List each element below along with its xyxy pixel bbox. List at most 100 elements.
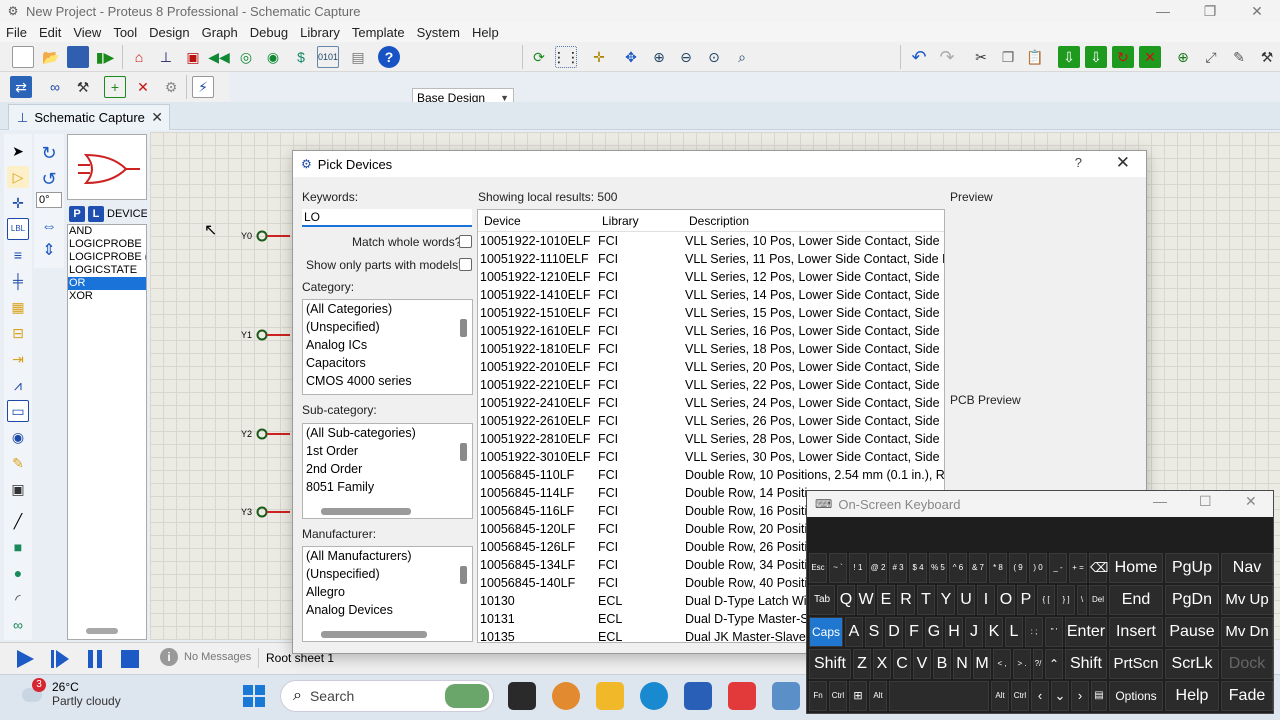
terminal-pin-y2[interactable] — [256, 428, 291, 440]
key-8[interactable]: * 8 — [989, 553, 1007, 583]
design-explorer-icon[interactable]: ◉ — [262, 46, 284, 68]
key-pgup[interactable]: PgUp — [1165, 553, 1219, 583]
terminal-pin-y3[interactable] — [256, 506, 291, 518]
selection-mode-icon[interactable]: ➤ — [7, 140, 29, 162]
list-item[interactable]: Analog ICs — [303, 336, 472, 354]
path-tool-icon[interactable]: ∞ — [7, 614, 29, 636]
key-h[interactable]: H — [945, 617, 963, 647]
key-ctrl-right[interactable]: Ctrl — [1011, 681, 1029, 711]
junction-dot-icon[interactable]: ✛ — [7, 192, 29, 214]
table-row[interactable]: 10051922-2410ELF FCI VLL Series, 24 Pos, L… — [478, 395, 944, 413]
property-tool-icon[interactable]: ✎ — [1228, 46, 1250, 68]
key-period[interactable]: > . — [1013, 649, 1031, 679]
box-tool-icon[interactable]: ■ — [7, 536, 29, 558]
schematic-icon[interactable]: ⊥ — [155, 46, 177, 68]
key-equals[interactable]: + = — [1069, 553, 1087, 583]
table-row[interactable]: 10051922-1110ELF FCI VLL Series, 11 Pos, L… — [478, 251, 944, 269]
show-only-models-checkbox[interactable] — [459, 258, 472, 271]
key-minus[interactable]: _ - — [1049, 553, 1067, 583]
copilot-icon[interactable] — [552, 682, 580, 710]
key-nav[interactable]: Nav — [1221, 553, 1273, 583]
cut-icon[interactable]: ✂ — [970, 46, 992, 68]
key-w[interactable]: W — [857, 585, 875, 615]
dialog-help-button[interactable]: ? — [1075, 155, 1082, 170]
pcb-icon[interactable]: ▣ — [182, 46, 204, 68]
mirror-horizontal-icon[interactable]: ⇔ — [38, 216, 60, 238]
delete-device-icon[interactable]: ✕ — [132, 76, 154, 98]
tape-recorder-icon[interactable]: ▭ — [7, 400, 29, 422]
key-9[interactable]: ( 9 — [1009, 553, 1027, 583]
key-f[interactable]: F — [905, 617, 923, 647]
table-row[interactable]: 10051922-1010ELF FCI VLL Series, 10 Pos, L… — [478, 233, 944, 251]
key-backtick[interactable]: ~ ` — [829, 553, 847, 583]
table-row[interactable]: 10051922-1410ELF FCI VLL Series, 14 Pos, L… — [478, 287, 944, 305]
arrow-right-icon[interactable]: › — [1071, 681, 1089, 711]
edge-browser-icon[interactable] — [640, 682, 668, 710]
open-folder-icon[interactable]: 📂 — [40, 46, 62, 68]
copy-icon[interactable]: ❐ — [997, 46, 1019, 68]
play-icon[interactable] — [14, 648, 36, 670]
list-item[interactable]: Analog Devices — [303, 601, 472, 619]
on-screen-keyboard-taskbar-icon[interactable] — [772, 682, 800, 710]
key-n[interactable]: N — [953, 649, 971, 679]
key-6[interactable]: ^ 6 — [949, 553, 967, 583]
key-options[interactable]: Options — [1109, 681, 1163, 711]
list-item[interactable]: (All Manufacturers) — [303, 547, 472, 565]
arrow-down-icon[interactable]: ⌄ — [1051, 681, 1069, 711]
device-list-item[interactable]: AND — [68, 225, 146, 238]
zoom-out-icon[interactable]: ⊖ — [675, 46, 697, 68]
stop-icon[interactable] — [119, 648, 141, 670]
list-item[interactable]: 1st Order — [303, 442, 472, 460]
key-scrlk[interactable]: ScrLk — [1165, 649, 1219, 679]
origin-icon[interactable]: ✛ — [588, 46, 610, 68]
weather-widget[interactable]: 3 26°C Partly cloudy — [18, 678, 121, 708]
match-whole-words-checkbox[interactable] — [459, 235, 472, 248]
table-row[interactable]: 10051922-1510ELF FCI VLL Series, 15 Pos, L… — [478, 305, 944, 323]
key-dock[interactable]: Dock — [1221, 649, 1273, 679]
list-item[interactable]: (Unspecified) — [303, 565, 472, 583]
menu-graph[interactable]: Graph — [202, 25, 238, 40]
buses-icon[interactable]: ╪ — [7, 270, 29, 292]
rotation-angle-input[interactable]: 0° — [36, 192, 62, 208]
key-j[interactable]: J — [965, 617, 983, 647]
3d-viewer-icon[interactable]: ◀◀ — [208, 46, 230, 68]
key-alt-left[interactable]: Alt — [869, 681, 887, 711]
key-shift-left[interactable]: Shift — [809, 649, 851, 679]
key-backslash[interactable]: \ — [1077, 585, 1087, 615]
backspace-icon[interactable]: ⌫ — [1089, 553, 1108, 583]
device-list-item[interactable]: LOGICPROBE — [68, 238, 146, 251]
zoom-all-icon[interactable]: ⊙ — [703, 46, 725, 68]
context-menu-icon[interactable]: ▤ — [1091, 681, 1107, 711]
key-mv-dn[interactable]: Mv Dn — [1221, 617, 1273, 647]
key-z[interactable]: Z — [853, 649, 871, 679]
key-slash[interactable]: ?/ — [1033, 649, 1043, 679]
key-fn[interactable]: Fn — [809, 681, 827, 711]
table-row[interactable]: 10051922-2010ELF FCI VLL Series, 20 Pos, L… — [478, 359, 944, 377]
column-header-library[interactable]: Library — [602, 214, 639, 228]
arc-tool-icon[interactable]: ◜ — [7, 588, 29, 610]
home-icon[interactable]: ⌂ — [128, 46, 150, 68]
table-row[interactable]: 10051922-1610ELF FCI VLL Series, 16 Pos, L… — [478, 323, 944, 341]
block-delete-icon[interactable]: ✕ — [1139, 46, 1161, 68]
list-item[interactable]: (Unspecified) — [303, 318, 472, 336]
text-script-icon[interactable]: ≡ — [7, 244, 29, 266]
pan-icon[interactable]: ✥ — [620, 46, 642, 68]
key-2[interactable]: @ 2 — [869, 553, 887, 583]
zoom-area-icon[interactable]: ⌕ — [731, 46, 753, 68]
dialog-close-button[interactable]: ✕ — [1116, 153, 1130, 173]
key-left-bracket[interactable]: { [ — [1037, 585, 1055, 615]
subcategory-hscrollbar[interactable] — [321, 508, 411, 515]
key-quote[interactable]: " ' — [1045, 617, 1063, 647]
wire-label-icon[interactable]: LBL — [7, 218, 29, 240]
list-item[interactable]: CMOS 4000 series — [303, 372, 472, 390]
table-row[interactable]: 10051922-3010ELF FCI VLL Series, 30 Pos, L… — [478, 449, 944, 467]
list-item[interactable]: Allegro — [303, 583, 472, 601]
key-tab[interactable]: Tab — [809, 585, 835, 615]
key-c[interactable]: C — [893, 649, 911, 679]
list-item[interactable]: Capacitors — [303, 354, 472, 372]
key-enter[interactable]: Enter — [1065, 617, 1107, 647]
menu-system[interactable]: System — [417, 25, 460, 40]
key-mv-up[interactable]: Mv Up — [1221, 585, 1273, 615]
rotate-counterclockwise-icon[interactable]: ↺ — [38, 168, 60, 190]
menu-view[interactable]: View — [73, 25, 101, 40]
